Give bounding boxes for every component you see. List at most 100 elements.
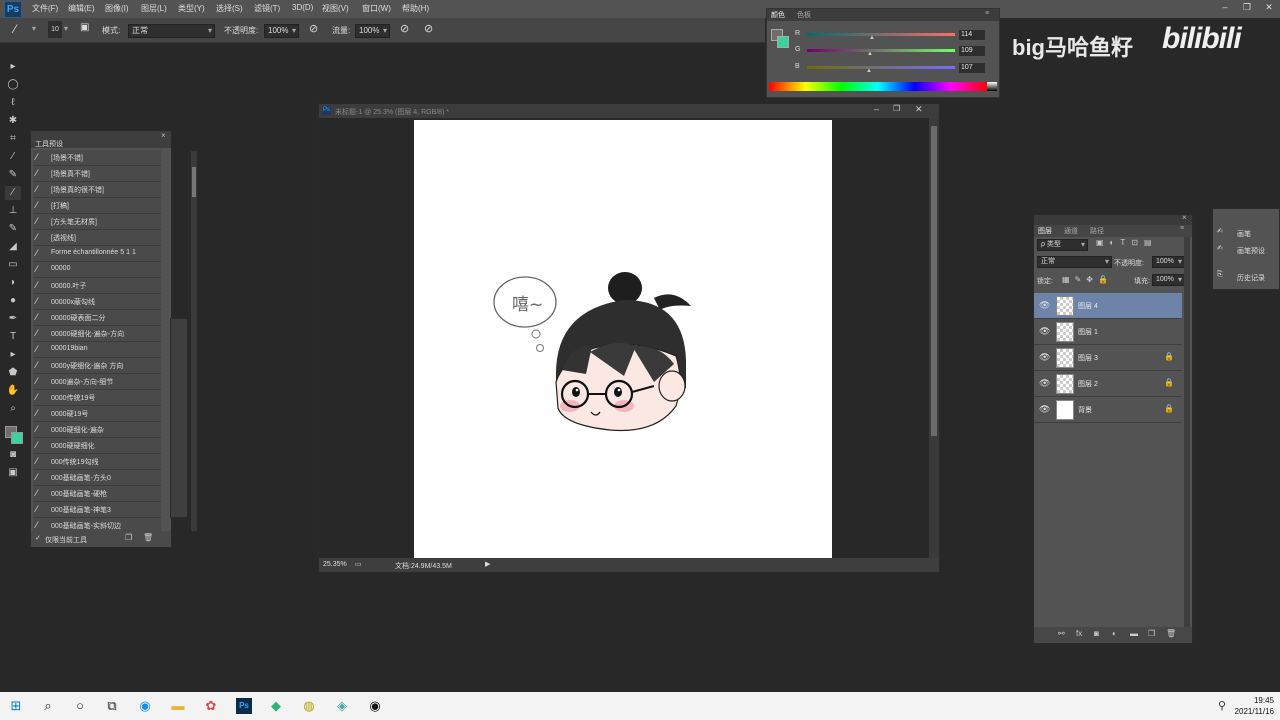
g-slider-thumb[interactable]: ▲ [867, 51, 873, 57]
layers-scrollbar[interactable] [1184, 237, 1190, 627]
preset-item[interactable]: ⁄ 00000.叶子 [33, 278, 161, 294]
preset-item[interactable]: ⁄ 00000 [33, 262, 161, 278]
visibility-eye-icon[interactable]: 👁 [1039, 352, 1050, 363]
preset-item[interactable]: ⁄ 0000硬细化-遍杂 [33, 422, 161, 438]
filter-icons[interactable]: ▣◐T⊡▤ [1096, 238, 1158, 247]
tab-swatches[interactable]: 色板 [797, 10, 811, 20]
zoom-level[interactable]: 25.35% [323, 561, 347, 568]
close-icon[interactable]: × [161, 131, 166, 140]
b-slider[interactable] [807, 66, 955, 69]
status-menu-arrow-icon[interactable]: ▶ [485, 560, 490, 568]
preset-item[interactable]: ⁄ [场景不错] [33, 150, 161, 166]
tab-color[interactable]: 颜色 [771, 10, 785, 20]
wechat-icon[interactable]: ◆ [268, 698, 284, 714]
preset-item[interactable]: ⁄ 000基础画笔-硬枪 [33, 486, 161, 502]
menu-image[interactable]: 图像(I) [105, 3, 129, 14]
path-select-icon[interactable]: ▸ [5, 348, 21, 362]
tab-layers[interactable]: 图层 [1038, 226, 1052, 236]
delete-preset-icon[interactable]: 🗑 [143, 533, 153, 542]
preset-item[interactable]: ⁄ Forme échantillonnée 5 1 1 [33, 246, 161, 262]
dodge-tool-icon[interactable]: ● [5, 294, 21, 308]
preset-item[interactable]: ⁄ 0000遍杂-方向-细节 [33, 374, 161, 390]
layer-row[interactable]: 👁 图层 4 [1034, 293, 1182, 319]
g-slider[interactable] [807, 49, 955, 52]
r-value[interactable]: 114 [959, 30, 985, 40]
new-group-icon[interactable]: ▬ [1130, 629, 1138, 638]
restore-icon[interactable]: ❐ [1236, 0, 1258, 14]
brush-panel-toggle-icon[interactable]: ▣ [80, 22, 89, 33]
canvas[interactable]: 嘻~ [414, 120, 832, 558]
layer-style-icon[interactable]: fx [1076, 629, 1082, 638]
network-icon[interactable]: ⚲ [1214, 698, 1230, 714]
side-item-brush[interactable]: 画笔 [1237, 229, 1251, 239]
windows-start-icon[interactable]: ⊞ [8, 698, 24, 714]
visibility-eye-icon[interactable]: 👁 [1039, 404, 1050, 415]
vertical-scrollbar[interactable] [929, 118, 939, 558]
layer-mask-icon[interactable]: ◙ [1094, 629, 1099, 638]
pressure-opacity-icon[interactable]: ⊘ [309, 22, 318, 35]
type-tool-icon[interactable]: T [5, 330, 21, 344]
pen-tool-icon[interactable]: ✒ [5, 312, 21, 326]
b-value[interactable]: 107 [959, 63, 985, 73]
eraser-tool-icon[interactable]: ◢ [5, 240, 21, 254]
pressure-size-icon[interactable]: ⊘ [424, 22, 433, 35]
brush-tool-icon[interactable]: ⁄ [5, 186, 21, 200]
shape-tool-icon[interactable]: ⬟ [5, 366, 21, 380]
menu-select[interactable]: 选择(S) [216, 3, 243, 14]
lasso-tool-icon[interactable]: ℓ [5, 96, 21, 110]
photoshop-taskbar-icon[interactable]: Ps [236, 698, 252, 714]
app-icon-1[interactable]: ✿ [203, 698, 219, 714]
obs-icon[interactable]: ◉ [367, 698, 383, 714]
preset-item[interactable]: ⁄ 000传统19勾线 [33, 454, 161, 470]
close-icon[interactable]: × [1182, 213, 1187, 222]
side-item-history[interactable]: 历史记录 [1237, 273, 1265, 283]
brush-picker-chevron-icon[interactable]: ▾ [64, 24, 68, 33]
layer-row[interactable]: 👁 背景 🔒 [1034, 397, 1182, 423]
layer-row[interactable]: 👁 图层 1 [1034, 319, 1182, 345]
preset-item[interactable]: ⁄ 00000x蔽勾线 [33, 294, 161, 310]
background-color-swatch[interactable] [777, 36, 789, 48]
fill-input[interactable]: 100% [1152, 274, 1185, 286]
minimize-icon[interactable]: – [1214, 0, 1236, 14]
stamp-tool-icon[interactable]: ⊥ [5, 204, 21, 218]
preset-item[interactable]: ⁄ 0000y硬细化-遍杂 方向 [33, 358, 161, 374]
gradient-tool-icon[interactable]: ▭ [5, 258, 21, 272]
g-value[interactable]: 109 [959, 46, 985, 56]
menu-filter[interactable]: 滤镜(T) [254, 3, 280, 14]
airbrush-icon[interactable]: ⊘ [400, 22, 409, 35]
visibility-eye-icon[interactable]: 👁 [1039, 378, 1050, 389]
chevron-down-icon[interactable]: ▾ [32, 24, 36, 33]
new-layer-icon[interactable]: ❐ [1148, 629, 1155, 638]
minimize-icon[interactable]: – [874, 104, 879, 114]
layer-row[interactable]: 👁 图层 2 🔒 [1034, 371, 1182, 397]
link-layers-icon[interactable]: ⚯ [1058, 629, 1065, 638]
menu-type[interactable]: 类型(Y) [178, 3, 205, 14]
clock[interactable]: 19:45 2021/11/16 [1235, 695, 1274, 717]
eyedropper-icon[interactable]: ⁄ [5, 150, 21, 164]
layer-opacity-input[interactable]: 100% [1152, 256, 1185, 268]
collapsed-panel-strip[interactable] [170, 318, 188, 518]
app-icon-2[interactable]: ◍ [301, 698, 317, 714]
delete-layer-icon[interactable]: 🗑 [1166, 629, 1176, 638]
mode-select[interactable]: 正常 [128, 24, 215, 38]
marquee-tool-icon[interactable]: ◯ [5, 78, 21, 92]
tab-channels[interactable]: 通道 [1064, 226, 1078, 236]
color-spectrum-bar[interactable] [769, 82, 997, 91]
panel-menu-icon[interactable]: ≡ [1180, 225, 1184, 232]
blend-mode-select[interactable]: 正常 [1037, 256, 1112, 268]
zoom-tool-icon[interactable]: ⌕ [5, 402, 21, 416]
healing-brush-icon[interactable]: ✎ [5, 168, 21, 182]
panel-menu-icon[interactable]: ≡ [985, 10, 989, 17]
preset-item[interactable]: ⁄ [场景真不错] [33, 166, 161, 182]
menu-edit[interactable]: 编辑(E) [68, 3, 95, 14]
brush-panel-icon[interactable]: ✍ [1217, 227, 1223, 235]
visibility-eye-icon[interactable]: 👁 [1039, 300, 1050, 311]
preset-item[interactable]: ⁄ 0000传统19号 [33, 390, 161, 406]
side-item-brush-presets[interactable]: 画笔预设 [1237, 246, 1265, 256]
preset-item[interactable]: ⁄ 00000硬表面二分 [33, 310, 161, 326]
menu-window[interactable]: 窗口(W) [362, 3, 391, 14]
visibility-eye-icon[interactable]: 👁 [1039, 326, 1050, 337]
magic-wand-icon[interactable]: ✱ [5, 114, 21, 128]
preset-item[interactable]: ⁄ 0000硬19号 [33, 406, 161, 422]
brush-tool-icon[interactable]: ⁄ [14, 22, 16, 36]
